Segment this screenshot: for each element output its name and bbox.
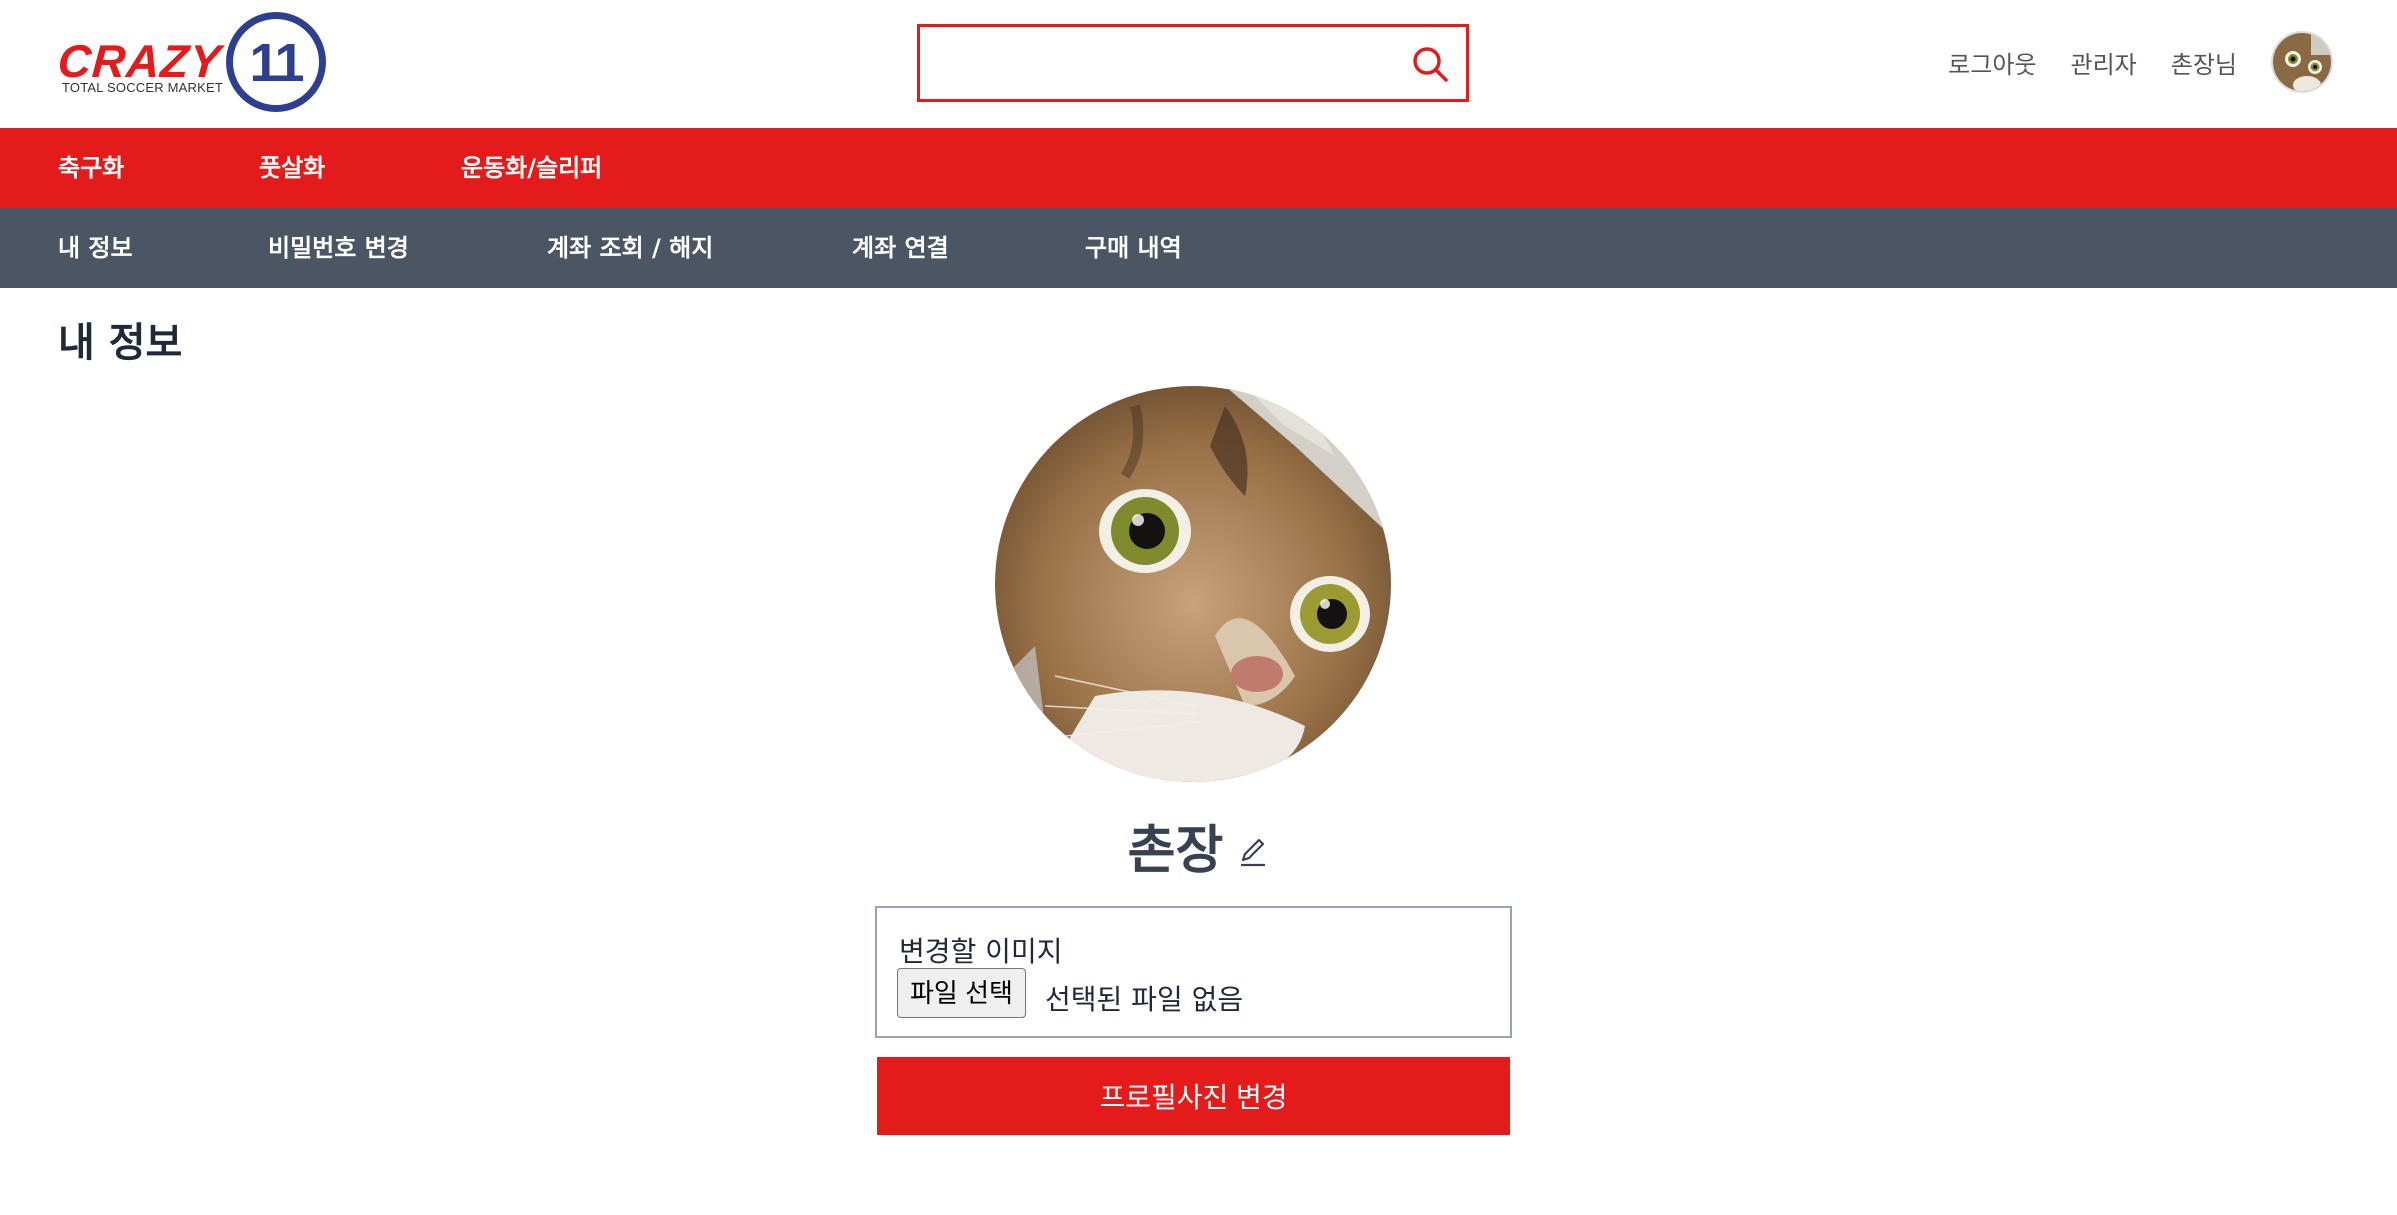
main-category-nav: 축구화 풋살화 운동화/슬리퍼 (0, 128, 2397, 208)
logo-ring: 11 (226, 12, 326, 112)
mypage-sub-nav: 내 정보 비밀번호 변경 계좌 조회 / 해지 계좌 연결 구매 내역 (0, 208, 2397, 288)
user-greeting-link[interactable]: 촌장님 (2171, 45, 2237, 80)
tab-purchase-history[interactable]: 구매 내역 (1085, 208, 1182, 288)
profile-image (995, 386, 1391, 782)
user-menu: 로그아웃 관리자 촌장님 (1948, 30, 2333, 94)
site-header: CRAZY TOTAL SOCCER MARKET 11 로그아웃 관리자 촌장… (0, 0, 2397, 128)
tab-my-info[interactable]: 내 정보 (58, 208, 133, 288)
nav-item-sneakers-slippers[interactable]: 운동화/슬리퍼 (461, 128, 602, 208)
upload-label: 변경할 이미지 (899, 935, 1063, 968)
profile-name: 촌장 (1127, 821, 1224, 881)
site-logo[interactable]: CRAZY TOTAL SOCCER MARKET 11 (56, 12, 328, 114)
logo-number: 11 (249, 33, 304, 93)
avatar[interactable] (2271, 31, 2333, 93)
tab-account-inquiry[interactable]: 계좌 조회 / 해지 (547, 208, 713, 288)
search-icon[interactable] (1410, 44, 1450, 84)
avatar-image (2273, 33, 2331, 91)
nav-item-soccer-shoes[interactable]: 축구화 (58, 128, 124, 208)
file-select-button[interactable]: 파일 선택 (897, 968, 1026, 1018)
search-input[interactable] (930, 35, 1400, 91)
profile-picture (995, 386, 1391, 782)
tab-change-password[interactable]: 비밀번호 변경 (268, 208, 409, 288)
logo-tagline: TOTAL SOCCER MARKET (62, 80, 224, 95)
page-title: 내 정보 (58, 320, 183, 366)
pencil-edit-icon[interactable] (1237, 836, 1269, 868)
tab-account-link[interactable]: 계좌 연결 (852, 208, 949, 288)
file-status-text: 선택된 파일 없음 (1045, 983, 1244, 1016)
search-bar (917, 24, 1469, 102)
image-upload-box: 변경할 이미지 파일 선택 선택된 파일 없음 (875, 906, 1512, 1038)
admin-link[interactable]: 관리자 (2071, 45, 2137, 80)
logout-link[interactable]: 로그아웃 (1948, 45, 2036, 80)
nav-item-futsal-shoes[interactable]: 풋살화 (259, 128, 325, 208)
profile-name-row: 촌장 (0, 808, 2397, 883)
change-profile-picture-button[interactable]: 프로필사진 변경 (877, 1057, 1510, 1135)
